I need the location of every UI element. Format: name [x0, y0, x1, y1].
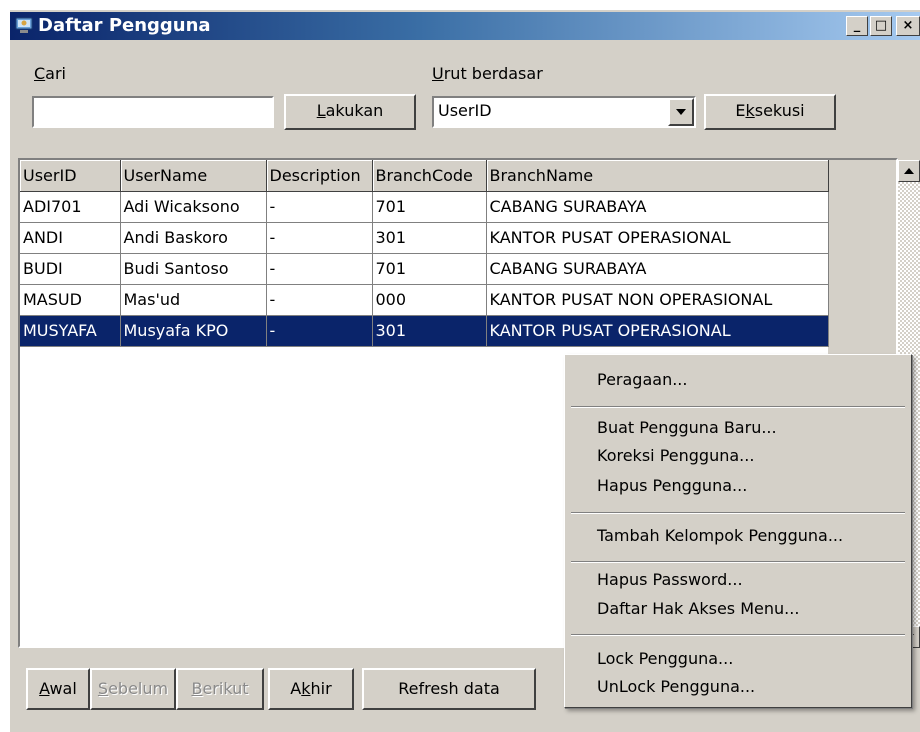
menu-separator: [571, 512, 905, 514]
search-input[interactable]: [32, 96, 274, 128]
previous-button[interactable]: Sebelum: [90, 668, 176, 710]
cell-branchcode: 701: [372, 253, 487, 285]
column-header-username[interactable]: UserName: [120, 160, 267, 192]
table-row[interactable]: ANDI Andi Baskoro - 301 KANTOR PUSAT OPE…: [20, 222, 829, 254]
close-icon: ×: [902, 18, 914, 33]
menu-separator: [571, 406, 905, 408]
cell-branchcode: 000: [372, 284, 487, 316]
table-header-row: UserID UserName Description BranchCode B…: [20, 160, 829, 192]
cell-branchname: CABANG SURABAYA: [486, 253, 829, 285]
cell-description: -: [266, 315, 373, 347]
table-row[interactable]: BUDI Budi Santoso - 701 CABANG SURABAYA: [20, 253, 829, 285]
sort-select-value: UserID: [438, 101, 492, 120]
menu-item-tambah-kelompok-pengguna[interactable]: Tambah Kelompok Pengguna...: [597, 525, 843, 547]
menu-item-lock-pengguna[interactable]: Lock Pengguna...: [597, 648, 733, 670]
cell-userid: MUSYAFA: [20, 315, 121, 347]
cell-branchname: KANTOR PUSAT NON OPERASIONAL: [486, 284, 829, 316]
cell-branchname: KANTOR PUSAT OPERASIONAL: [486, 222, 829, 254]
cell-branchname: KANTOR PUSAT OPERASIONAL: [486, 315, 829, 347]
cell-userid: ANDI: [20, 222, 121, 254]
menu-item-koreksi-pengguna[interactable]: Koreksi Pengguna...: [597, 445, 754, 467]
cell-branchcode: 301: [372, 222, 487, 254]
maximize-button[interactable]: □: [870, 16, 892, 36]
next-button[interactable]: Berikut: [176, 668, 264, 710]
execute-button[interactable]: Eksekusi: [704, 94, 836, 130]
cell-username: Andi Baskoro: [120, 222, 267, 254]
menu-separator: [571, 561, 905, 563]
user-table: UserID UserName Description BranchCode B…: [20, 160, 829, 347]
minimize-button[interactable]: _: [846, 16, 868, 36]
cell-userid: BUDI: [20, 253, 121, 285]
cell-username: Adi Wicaksono: [120, 191, 267, 223]
context-menu: Peragaan... Buat Pengguna Baru... Koreks…: [564, 354, 912, 708]
column-header-branchname[interactable]: BranchName: [486, 160, 829, 192]
cell-branchname: CABANG SURABAYA: [486, 191, 829, 223]
sort-select[interactable]: UserID: [432, 96, 696, 128]
arrow-up-icon: [904, 168, 914, 174]
cell-branchcode: 301: [372, 315, 487, 347]
menu-item-hapus-pengguna[interactable]: Hapus Pengguna...: [597, 475, 747, 497]
cell-description: -: [266, 191, 373, 223]
cell-username: Musyafa KPO: [120, 315, 267, 347]
table-row[interactable]: MASUD Mas'ud - 000 KANTOR PUSAT NON OPER…: [20, 284, 829, 316]
menu-item-hapus-password[interactable]: Hapus Password...: [597, 569, 743, 591]
column-header-description[interactable]: Description: [266, 160, 373, 192]
menu-separator: [571, 634, 905, 636]
cell-username: Mas'ud: [120, 284, 267, 316]
scroll-up-button[interactable]: [898, 160, 920, 182]
menu-item-peragaan[interactable]: Peragaan...: [597, 369, 687, 391]
column-header-userid[interactable]: UserID: [20, 160, 121, 192]
first-button[interactable]: Awal: [26, 668, 90, 710]
table-row[interactable]: ADI701 Adi Wicaksono - 701 CABANG SURABA…: [20, 191, 829, 223]
close-button[interactable]: ×: [896, 16, 920, 36]
search-button[interactable]: Lakukan: [284, 94, 416, 130]
cell-description: -: [266, 253, 373, 285]
cell-description: -: [266, 284, 373, 316]
app-icon: [14, 15, 34, 35]
cell-branchcode: 701: [372, 191, 487, 223]
refresh-data-button[interactable]: Refresh data: [362, 668, 536, 710]
minimize-icon: _: [853, 18, 861, 33]
cell-username: Budi Santoso: [120, 253, 267, 285]
column-header-branchcode[interactable]: BranchCode: [372, 160, 487, 192]
cell-description: -: [266, 222, 373, 254]
cell-userid: MASUD: [20, 284, 121, 316]
window-title: Daftar Pengguna: [38, 15, 211, 36]
sort-label: Urut berdasar: [432, 64, 543, 83]
sort-dropdown-button[interactable]: [668, 98, 694, 126]
last-button[interactable]: Akhir: [268, 668, 354, 710]
menu-item-unlock-pengguna[interactable]: UnLock Pengguna...: [597, 676, 755, 698]
search-label: Cari: [34, 64, 66, 83]
chevron-down-icon: [676, 109, 686, 115]
table-row-selected[interactable]: MUSYAFA Musyafa KPO - 301 KANTOR PUSAT O…: [20, 315, 829, 347]
maximize-icon: □: [874, 18, 888, 33]
menu-item-daftar-hak-akses-menu[interactable]: Daftar Hak Akses Menu...: [597, 598, 799, 620]
cell-userid: ADI701: [20, 191, 121, 223]
menu-item-buat-pengguna-baru[interactable]: Buat Pengguna Baru...: [597, 417, 777, 439]
